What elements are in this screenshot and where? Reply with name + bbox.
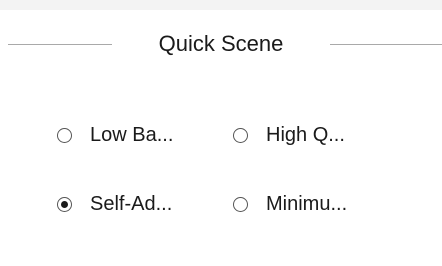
radio-option-low-bandwidth[interactable]: Low Ba... — [57, 120, 173, 150]
radio-button[interactable] — [57, 127, 72, 143]
group-divider-left — [8, 44, 112, 45]
radio-option-high-quality[interactable]: High Q... — [233, 120, 345, 150]
group-title: Quick Scene — [158, 31, 284, 56]
quick-scene-panel: Quick Scene Low Ba... High Q... Self-Ad.… — [0, 0, 442, 266]
radio-label: Minimu... — [266, 193, 348, 215]
group-divider-right — [330, 44, 442, 45]
radio-option-self-adaptive[interactable]: Self-Ad... — [57, 189, 172, 219]
radio-option-minimum[interactable]: Minimu... — [233, 189, 347, 219]
quick-scene-group-header: Quick Scene — [0, 28, 442, 60]
radio-label: Low Ba... — [90, 124, 174, 146]
radio-button[interactable] — [233, 127, 248, 143]
radio-button[interactable] — [57, 196, 72, 212]
radio-label: Self-Ad... — [90, 193, 173, 215]
top-band — [0, 0, 442, 10]
radio-label: High Q... — [266, 124, 345, 146]
radio-selected-dot — [61, 200, 68, 208]
radio-button[interactable] — [233, 196, 248, 212]
